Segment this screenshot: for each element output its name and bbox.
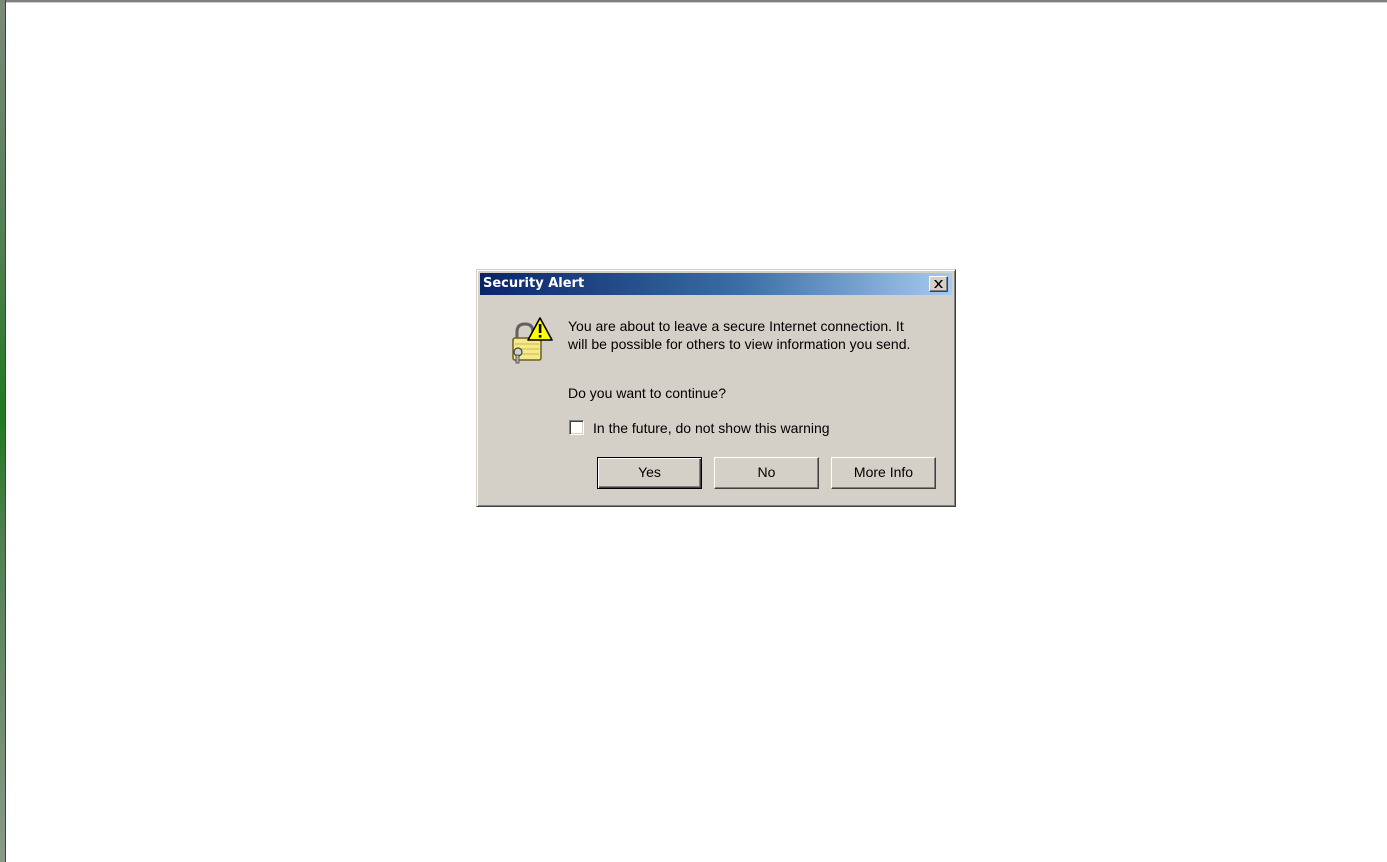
- close-button[interactable]: [929, 276, 948, 292]
- dialog-titlebar[interactable]: Security Alert: [480, 273, 952, 295]
- more-info-button[interactable]: More Info: [831, 457, 936, 489]
- security-alert-dialog: Security Alert You are about to leave a …: [476, 269, 956, 507]
- window-top-border: [0, 0, 1387, 3]
- message-text-line2: will be possible for others to view info…: [568, 336, 911, 352]
- yes-button[interactable]: Yes: [597, 457, 702, 489]
- dialog-title: Security Alert: [483, 276, 585, 291]
- padlock-warning-icon: [512, 317, 553, 364]
- no-button[interactable]: No: [714, 457, 819, 489]
- close-icon: [934, 280, 943, 288]
- do-not-show-checkbox-label[interactable]: In the future, do not show this warning: [593, 419, 830, 437]
- do-not-show-checkbox[interactable]: [569, 420, 584, 435]
- left-window-edge: [0, 0, 6, 862]
- desktop-background: Security Alert You are about to leave a …: [0, 0, 1387, 862]
- message-text-line1: You are about to leave a secure Internet…: [568, 318, 904, 334]
- question-text: Do you want to continue?: [568, 385, 726, 401]
